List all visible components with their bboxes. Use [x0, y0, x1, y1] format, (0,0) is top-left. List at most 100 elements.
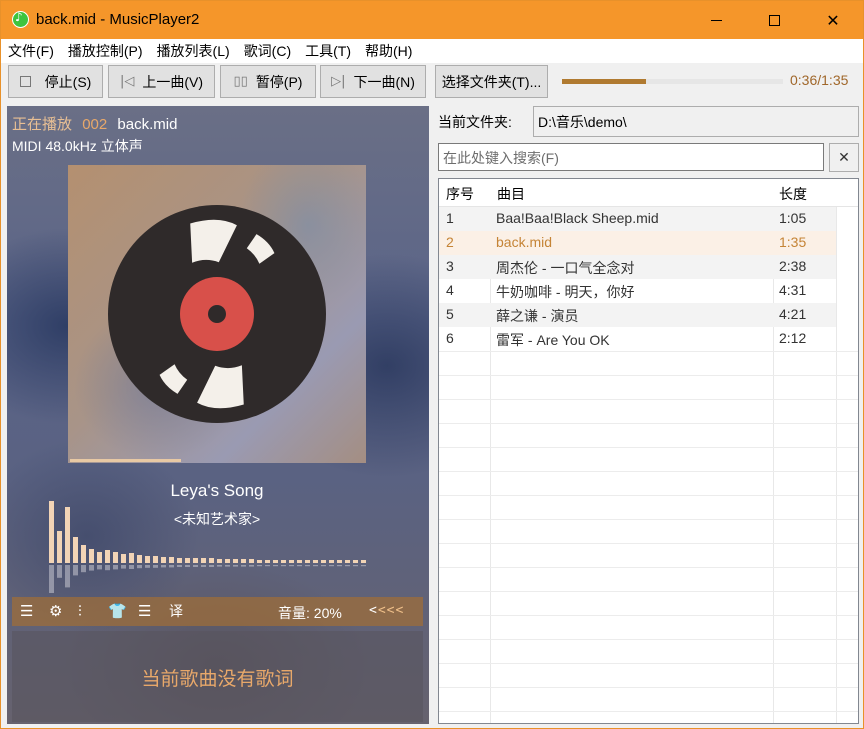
spectrum-reflection	[225, 565, 230, 567]
progress-fill	[562, 79, 646, 84]
playlist-table[interactable]: 序号 曲目 长度 1 Baa!Baa!Black Sheep.mid 1:05 2 ba…	[438, 178, 859, 724]
select-folder-button[interactable]: 选择文件夹(T)...	[435, 65, 548, 98]
spectrum-reflection	[65, 565, 70, 588]
cell-number: 2	[446, 234, 454, 250]
empty-row	[439, 519, 858, 543]
cell-number: 1	[446, 210, 454, 226]
spectrum-bar	[161, 557, 166, 563]
spectrum-reflection	[249, 565, 254, 567]
spectrum-bar	[121, 554, 126, 563]
spectrum-reflection	[297, 565, 302, 567]
table-row[interactable]: 3 周杰伦 - 一口气全念对 2:38	[439, 255, 836, 279]
spectrum-reflection	[217, 565, 222, 567]
column-header-title[interactable]: 曲目	[497, 184, 525, 204]
empty-row	[439, 351, 858, 375]
vinyl-record-icon	[108, 205, 326, 423]
spectrum-reflection	[121, 565, 126, 569]
menu-playlist[interactable]: 播放列表(L)	[150, 39, 237, 63]
search-input[interactable]: 在此处键入搜索(F)	[438, 143, 824, 171]
spectrum-reflection	[57, 565, 62, 578]
spectrum-reflection	[345, 565, 350, 567]
menu-help[interactable]: 帮助(H)	[358, 39, 419, 63]
spectrum-reflection	[73, 565, 78, 576]
translate-icon[interactable]: 译	[169, 602, 183, 620]
empty-row	[439, 375, 858, 399]
table-row[interactable]: 5 薛之谦 - 演员 4:21	[439, 303, 836, 327]
pause-icon: ▯▯	[233, 74, 248, 89]
spectrum-reflection	[321, 565, 326, 567]
now-playing-label: 正在播放	[12, 116, 73, 133]
next-button[interactable]: ▷| 下一曲(N)	[320, 65, 426, 98]
app-window: back.mid - MusicPlayer2 ✕ 文件(F) 播放控制(P) …	[0, 0, 864, 729]
spectrum-reflection	[105, 565, 110, 571]
spectrum-reflection	[81, 565, 86, 573]
table-row[interactable]: 1 Baa!Baa!Black Sheep.mid 1:05	[439, 207, 836, 231]
spectrum-reflection	[177, 565, 182, 567]
spectrum-bar	[81, 545, 86, 563]
stop-label: 停止(S)	[44, 73, 92, 90]
title-bar[interactable]: back.mid - MusicPlayer2 ✕	[1, 1, 863, 39]
spectrum-reflection	[137, 565, 142, 569]
stop-icon	[19, 76, 31, 87]
menu-icon[interactable]: ☰	[138, 602, 151, 620]
spectrum-reflection	[89, 565, 94, 571]
window-title: back.mid - MusicPlayer2	[36, 11, 200, 28]
empty-row	[439, 495, 858, 519]
spectrum-bar	[225, 559, 230, 563]
spectrum-reflection	[145, 565, 150, 568]
spectrum-bar	[257, 560, 262, 563]
spectrum-reflection	[305, 565, 310, 567]
cell-length: 4:31	[779, 282, 807, 298]
album-progress-bar	[70, 459, 182, 462]
previous-button[interactable]: |◁ 上一曲(V)	[108, 65, 215, 98]
progress-slider[interactable]	[562, 79, 783, 84]
pause-button[interactable]: ▯▯ 暂停(P)	[220, 65, 316, 98]
spectrum-bar	[177, 558, 182, 563]
clear-search-button[interactable]: ✕	[829, 143, 859, 172]
spectrum-bar	[57, 531, 62, 563]
menu-lyrics[interactable]: 歌词(C)	[237, 39, 298, 63]
maximize-icon	[768, 14, 780, 26]
spectrum-reflection	[129, 565, 134, 569]
menu-tools[interactable]: 工具(T)	[298, 39, 358, 63]
empty-row	[439, 687, 858, 711]
spectrum-reflection	[241, 565, 246, 567]
volume-display[interactable]: 音量: 20%	[278, 603, 342, 623]
column-header-length[interactable]: 长度	[779, 184, 807, 204]
no-lyrics-message: 当前歌曲没有歌词	[141, 669, 294, 690]
menu-playback[interactable]: 播放控制(P)	[61, 39, 150, 63]
lyrics-area[interactable]: 当前歌曲没有歌词	[12, 631, 423, 722]
time-display: 0:36/1:35	[790, 72, 849, 88]
skin-icon[interactable]: 👕	[108, 602, 127, 620]
empty-row	[439, 471, 858, 495]
settings-icon[interactable]: ⚙	[49, 602, 62, 620]
menu-file[interactable]: 文件(F)	[1, 39, 61, 63]
pause-label: 暂停(P)	[255, 73, 303, 90]
table-row[interactable]: 4 牛奶咖啡 - 明天，你好 4:31	[439, 279, 836, 303]
table-row[interactable]: 2 back.mid 1:35	[439, 231, 836, 255]
spectrum-reflection	[281, 565, 286, 567]
empty-row	[439, 543, 858, 567]
spectrum-bar	[233, 559, 238, 563]
table-row[interactable]: 6 雷军 - Are You OK 2:12	[439, 327, 836, 351]
collapse-arrows[interactable]: <<<<	[369, 603, 404, 618]
equalizer-icon[interactable]: ⫶	[78, 602, 82, 620]
spectrum-bar	[169, 557, 174, 563]
stop-button[interactable]: 停止(S)	[8, 65, 103, 98]
minimize-button[interactable]	[687, 1, 745, 39]
close-button[interactable]: ✕	[804, 1, 862, 39]
spectrum-bar	[281, 560, 286, 563]
current-folder-label: 当前文件夹:	[438, 114, 512, 130]
spectrum-bar	[249, 559, 254, 563]
playlist-icon[interactable]: ☰	[20, 602, 33, 620]
track-index: 002	[82, 116, 108, 133]
spectrum-bar	[105, 550, 110, 563]
toolbar: 停止(S) |◁ 上一曲(V) ▯▯ 暂停(P) ▷| 下一曲(N) 选择文件夹…	[1, 63, 863, 101]
column-header-number[interactable]: 序号	[446, 184, 474, 204]
spectrum-bar	[353, 560, 358, 563]
maximize-button[interactable]	[745, 1, 803, 39]
cell-title: 薛之谦 - 演员	[496, 308, 579, 324]
empty-row	[439, 423, 858, 447]
skip-previous-icon: |◁	[119, 74, 135, 89]
spectrum-bar	[337, 560, 342, 563]
